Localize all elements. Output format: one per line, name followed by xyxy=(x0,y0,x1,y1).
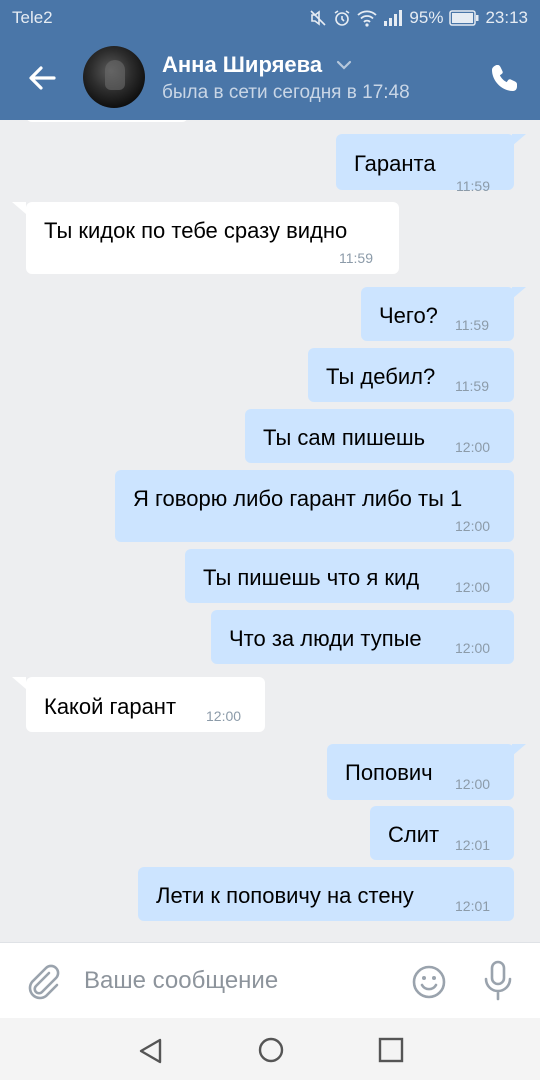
wifi-icon xyxy=(357,10,378,27)
message-bubble-outgoing[interactable]: Ты дебил? 11:59 xyxy=(308,348,514,402)
message-time: 12:00 xyxy=(206,708,242,724)
message-time: 12:00 xyxy=(455,518,491,534)
message-text: Лети к поповичу на стену xyxy=(156,883,414,908)
message-text: Попович xyxy=(345,760,433,785)
message-time: 11:59 xyxy=(455,317,489,333)
message-text: Ты пишешь что я кид xyxy=(203,565,420,590)
chevron-down-icon[interactable] xyxy=(336,58,352,72)
nav-recent-icon[interactable] xyxy=(377,1036,405,1064)
message-input[interactable] xyxy=(84,961,384,1001)
message-text: Ты сам пишешь xyxy=(263,425,426,450)
bubble-tail xyxy=(12,202,26,214)
message-text: Что за люди тупые xyxy=(229,626,422,651)
clock: 23:13 xyxy=(485,8,528,27)
message-bubble-outgoing[interactable]: Попович 12:00 xyxy=(327,744,514,800)
phone-icon[interactable] xyxy=(489,62,521,94)
message-time: 11:59 xyxy=(339,250,373,266)
message-time: 12:01 xyxy=(455,898,491,914)
back-arrow-icon[interactable] xyxy=(22,58,62,98)
message-composer xyxy=(0,942,540,1018)
message-bubble-incoming[interactable] xyxy=(26,120,188,122)
message-time: 12:00 xyxy=(455,439,491,455)
message-bubble-incoming[interactable]: Ты кидок по тебе сразу видно 11:59 xyxy=(26,202,399,274)
message-bubble-outgoing[interactable]: Ты пишешь что я кид 12:00 xyxy=(185,549,514,603)
message-time: 12:00 xyxy=(455,640,491,656)
message-bubble-outgoing[interactable]: Лети к поповичу на стену 12:01 xyxy=(138,867,514,921)
message-bubble-outgoing[interactable]: Что за люди тупые 12:00 xyxy=(211,610,514,664)
message-bubble-incoming[interactable]: Какой гарант 12:00 xyxy=(26,677,265,732)
battery-percent: 95% xyxy=(409,8,444,27)
bubble-tail xyxy=(512,744,526,756)
alarm-icon xyxy=(334,10,350,26)
message-time: 12:00 xyxy=(455,776,491,792)
message-time: 11:59 xyxy=(455,378,489,394)
paperclip-icon[interactable] xyxy=(24,961,60,1001)
message-bubble-outgoing[interactable]: Гаранта 11:59 xyxy=(336,134,514,194)
microphone-icon[interactable] xyxy=(480,959,516,1003)
message-bubble-outgoing[interactable]: Я говорю либо гарант либо ты 1 12:00 xyxy=(115,470,514,542)
message-text: Чего? xyxy=(379,303,438,328)
message-bubble-outgoing[interactable]: Чего? 11:59 xyxy=(361,287,514,341)
mute-icon xyxy=(310,10,326,26)
message-text: Гаранта xyxy=(354,151,436,176)
bubble-tail xyxy=(512,134,526,146)
message-text: Я говорю либо гарант либо ты 1 xyxy=(133,486,463,511)
last-seen-status: была в сети сегодня в 17:48 xyxy=(162,82,410,103)
message-bubble-outgoing[interactable]: Ты сам пишешь 12:00 xyxy=(245,409,514,463)
signal-icon xyxy=(384,10,403,26)
contact-name[interactable]: Анна Ширяева xyxy=(162,52,322,78)
message-text: Слит xyxy=(388,822,440,847)
nav-back-icon[interactable] xyxy=(136,1036,166,1066)
battery-icon xyxy=(449,10,479,26)
message-time: 11:59 xyxy=(456,178,490,194)
message-text: Какой гарант xyxy=(44,694,177,719)
status-bar: Tele2 95% 23:13 xyxy=(0,0,540,36)
message-bubble-outgoing[interactable]: Слит 12:01 xyxy=(370,806,514,860)
status-icons: 95% 23:13 xyxy=(309,8,528,28)
message-list[interactable]: Гаранта 11:59 Ты кидок по тебе сразу вид… xyxy=(0,120,540,942)
chat-header: Анна Ширяева была в сети сегодня в 17:48 xyxy=(0,36,540,120)
message-text: Ты дебил? xyxy=(326,364,436,389)
system-navigation-bar xyxy=(0,1018,540,1080)
bubble-tail xyxy=(12,677,26,689)
message-text: Ты кидок по тебе сразу видно xyxy=(44,218,348,243)
avatar[interactable] xyxy=(83,46,145,108)
bubble-tail xyxy=(512,287,526,299)
message-time: 12:01 xyxy=(455,837,491,853)
emoji-icon[interactable] xyxy=(410,963,448,1001)
nav-home-icon[interactable] xyxy=(256,1035,286,1065)
carrier-label: Tele2 xyxy=(12,8,53,27)
message-time: 12:00 xyxy=(455,579,491,595)
